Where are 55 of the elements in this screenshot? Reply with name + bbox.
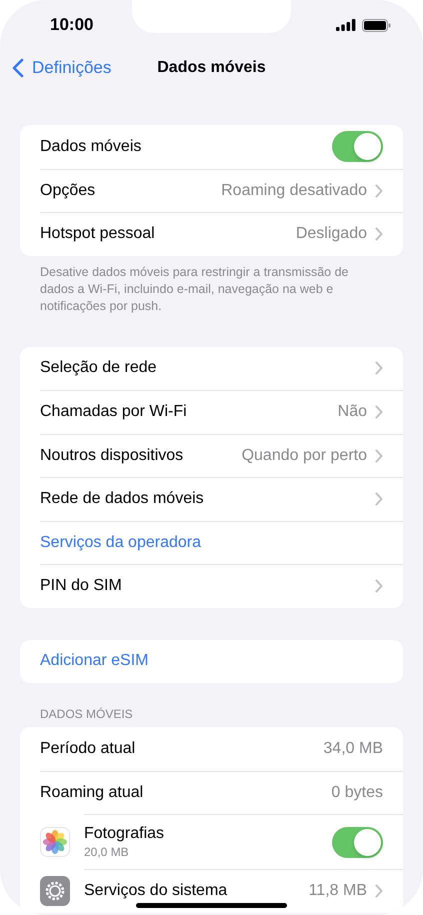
row-sublabel: 20,0 MB — [84, 845, 130, 859]
settings-row[interactable]: Hotspot pessoal Desligado — [20, 212, 403, 256]
section-footer: Desative dados móveis para restringir a transmissão de dados a Wi-Fi, incluindo e-mail, navegação na web e notificações por push. — [40, 264, 383, 314]
row-label: PIN do SIM — [40, 577, 123, 596]
row-label: Rede de dados móveis — [40, 490, 205, 508]
section-header: DADOS MÓVEIS — [39, 707, 134, 723]
row-label: Período atual — [40, 740, 136, 758]
settings-row[interactable]: Período atual 34,0 MB — [20, 727, 403, 770]
action-link[interactable]: Serviços da operadora — [40, 534, 383, 552]
page-title: Dados móveis — [157, 59, 266, 77]
row-label: Seleção de rede — [40, 359, 158, 378]
chevron-left-icon — [12, 58, 24, 78]
back-button[interactable]: Definições — [12, 58, 112, 78]
row-value: 34,0 MB — [323, 740, 383, 758]
settings-row[interactable]: Adicionar eSIM — [20, 640, 403, 683]
settings-row[interactable]: Dados móveis — [20, 125, 403, 168]
action-link[interactable]: Adicionar eSIM — [40, 652, 383, 670]
row-value: 0 bytes — [331, 784, 383, 802]
row-value: 11,8 MB — [308, 882, 367, 900]
settings-row[interactable]: Noutros dispositivos Quando por perto — [20, 434, 403, 477]
row-label: Opções — [40, 182, 96, 200]
row-value: Desligado — [296, 225, 367, 244]
gear-icon — [40, 876, 70, 906]
settings-row[interactable]: Rede de dados móveis — [20, 477, 403, 520]
toggle-switch[interactable] — [332, 131, 383, 162]
row-label: Noutros dispositivos — [40, 446, 184, 465]
row-label: Chamadas por Wi-Fi — [40, 403, 188, 422]
settings-row[interactable]: Seleção de rede — [20, 346, 403, 390]
chevron-right-icon — [375, 448, 383, 463]
settings-row[interactable]: Fotografias 20,0 MB — [20, 814, 403, 869]
settings-row[interactable]: PIN do SIM — [20, 564, 403, 608]
row-label: Serviços do sistema — [84, 882, 228, 900]
row-label: Hotspot pessoal — [40, 225, 156, 244]
chevron-right-icon — [375, 884, 383, 898]
flower-icon — [40, 826, 70, 856]
status-time: 10:00 — [50, 15, 94, 35]
chevron-right-icon — [375, 492, 383, 506]
row-value: Não — [338, 403, 367, 422]
settings-row[interactable]: Serviços da operadora — [20, 520, 403, 564]
signal-icon — [336, 19, 356, 31]
chevron-right-icon — [375, 227, 383, 242]
settings-row[interactable]: Chamadas por Wi-Fi Não — [20, 390, 403, 434]
chevron-right-icon — [375, 405, 383, 420]
toggle-switch[interactable] — [332, 826, 383, 858]
row-label: Fotografias — [84, 825, 166, 843]
chevron-right-icon — [375, 361, 383, 376]
row-value: Quando por perto — [242, 446, 367, 465]
row-label: Roaming atual — [40, 784, 144, 802]
row-value: Roaming desativado — [221, 182, 367, 200]
settings-row[interactable]: Opções Roaming desativado — [20, 168, 403, 212]
chevron-right-icon — [375, 579, 383, 594]
battery-icon — [362, 18, 391, 32]
settings-row[interactable]: Roaming atual 0 bytes — [20, 770, 403, 814]
row-label: Dados móveis — [40, 138, 142, 156]
chevron-right-icon — [375, 184, 383, 198]
